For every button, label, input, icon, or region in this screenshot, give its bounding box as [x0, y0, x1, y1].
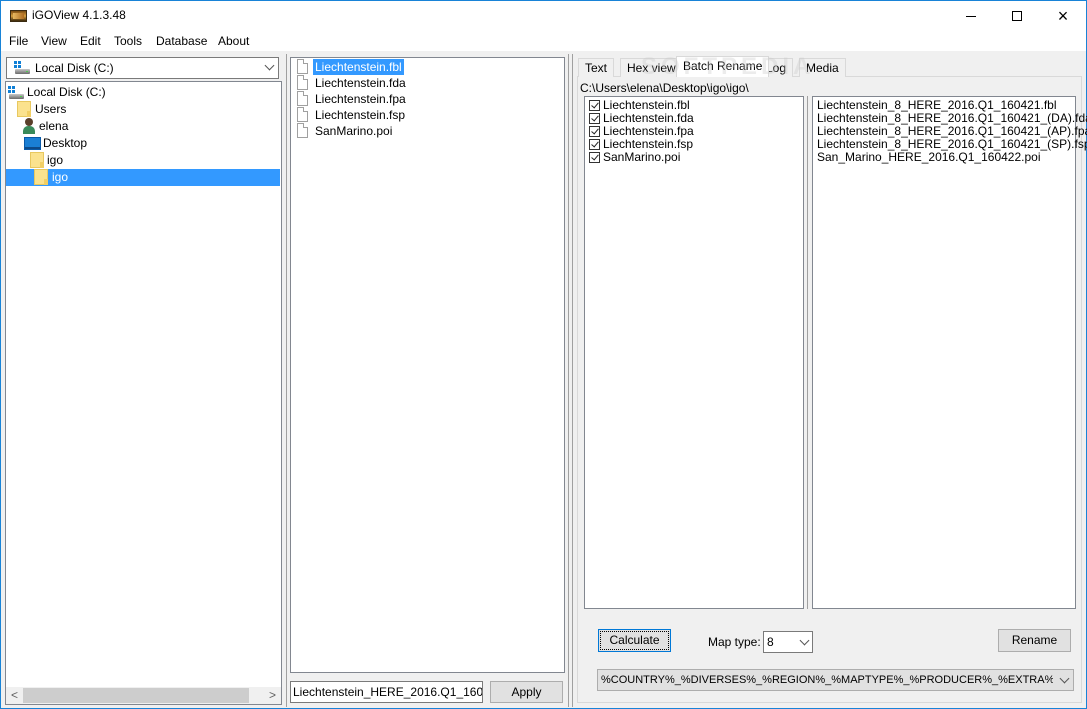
window-title: iGOView 4.1.3.48: [32, 8, 126, 22]
desktop-icon: [24, 137, 41, 150]
map-type-dropdown[interactable]: 8: [763, 631, 813, 653]
renamed-file-list: Liechtenstein_8_HERE_2016.Q1_160421.fbl …: [812, 96, 1087, 609]
menu-edit[interactable]: Edit: [80, 34, 101, 48]
tree-item-elena[interactable]: elena: [6, 118, 280, 135]
drive-dropdown[interactable]: Local Disk (C:): [6, 57, 279, 79]
tree-item-label: elena: [39, 119, 69, 133]
file-icon: [297, 59, 308, 74]
calculate-button-label: Calculate: [609, 633, 660, 647]
file-list: Liechtenstein.fbl Liechtenstein.fda Liec…: [290, 57, 565, 673]
list-splitter[interactable]: [807, 96, 808, 609]
folder-icon: [34, 169, 48, 185]
file-item-label: Liechtenstein.fsp: [315, 108, 406, 122]
tree-item-desktop[interactable]: Desktop: [6, 135, 280, 152]
menu-about[interactable]: About: [218, 34, 249, 48]
minimize-icon: [966, 15, 976, 17]
rename-pattern-dropdown[interactable]: %COUNTRY%_%DIVERSES%_%REGION%_%MAPTYPE%_…: [597, 669, 1074, 691]
drive-icon: [8, 86, 24, 100]
map-type-label: Map type:: [708, 635, 761, 649]
chevron-down-icon: [1059, 673, 1070, 685]
file-item-label: SanMarino.poi: [315, 124, 393, 138]
minimize-button[interactable]: [948, 1, 994, 31]
file-checkbox[interactable]: [589, 152, 600, 163]
tree-item-label: Desktop: [43, 136, 88, 150]
tree-item-label: igo: [47, 153, 64, 167]
title-bar: iGOView 4.1.3.48 ×: [1, 1, 1086, 31]
file-checkbox[interactable]: [589, 126, 600, 137]
tab-text[interactable]: Text: [578, 58, 615, 77]
scroll-left-icon[interactable]: <: [6, 688, 23, 703]
chevron-down-icon: [264, 60, 275, 72]
app-window: iGOView 4.1.3.48 × File View Edit Tools …: [0, 0, 1087, 709]
folder-icon: [17, 101, 31, 117]
tree-item-label: Local Disk (C:): [27, 85, 106, 99]
current-path: C:\Users\elena\Desktop\igo\igo\: [580, 81, 749, 95]
menu-file[interactable]: File: [9, 34, 28, 48]
file-icon: [297, 107, 308, 122]
rename-input[interactable]: Liechtenstein_HERE_2016.Q1_160421: [290, 681, 483, 703]
horizontal-scrollbar[interactable]: < >: [6, 687, 281, 704]
file-icon: [297, 123, 308, 138]
source-file-label: SanMarino.poi: [603, 150, 681, 164]
file-checkbox[interactable]: [589, 139, 600, 150]
folder-icon: [30, 152, 44, 168]
map-type-value: 8: [767, 635, 774, 649]
apply-button[interactable]: Apply: [490, 681, 563, 703]
file-item-label: Liechtenstein.fpa: [315, 92, 406, 106]
scrollbar-thumb[interactable]: [23, 688, 249, 703]
file-checkbox[interactable]: [589, 113, 600, 124]
folder-tree: Local Disk (C:) Users elena Desktop igo …: [5, 81, 282, 705]
source-file-list: Liechtenstein.fbl Liechtenstein.fda Liec…: [584, 96, 804, 609]
file-icon: [297, 75, 308, 90]
maximize-icon: [1012, 11, 1022, 21]
tab-batch-rename[interactable]: Batch Rename: [676, 56, 770, 77]
file-item-label: Liechtenstein.fbl: [313, 59, 404, 75]
app-icon: [10, 10, 27, 22]
scroll-right-icon[interactable]: >: [264, 688, 281, 703]
tree-item-igo[interactable]: igo: [6, 152, 280, 169]
user-icon: [22, 118, 36, 134]
drive-dropdown-value: Local Disk (C:): [35, 61, 114, 75]
menu-view[interactable]: View: [41, 34, 67, 48]
menu-database[interactable]: Database: [156, 34, 207, 48]
chevron-down-icon: [799, 635, 810, 647]
tab-hex-view[interactable]: Hex view: [620, 58, 683, 77]
menu-tools[interactable]: Tools: [114, 34, 142, 48]
calculate-button[interactable]: Calculate: [598, 629, 671, 652]
tree-item-label: igo: [52, 170, 69, 184]
tab-media[interactable]: Media: [799, 58, 846, 77]
menu-bar: File View Edit Tools Database About: [1, 31, 1086, 51]
maximize-button[interactable]: [994, 1, 1040, 31]
file-checkbox[interactable]: [589, 100, 600, 111]
tree-item-igo-selected[interactable]: igo: [6, 169, 280, 186]
close-button[interactable]: ×: [1040, 1, 1086, 31]
close-icon: ×: [1057, 5, 1069, 26]
drive-icon: [14, 61, 30, 75]
rename-button[interactable]: Rename: [998, 629, 1071, 652]
file-item-label: Liechtenstein.fda: [315, 76, 406, 90]
file-icon: [297, 91, 308, 106]
tree-item-users[interactable]: Users: [6, 101, 280, 118]
tree-item-local-disk[interactable]: Local Disk (C:): [6, 84, 280, 101]
rename-pattern-value: %COUNTRY%_%DIVERSES%_%REGION%_%MAPTYPE%_…: [601, 674, 1053, 686]
tree-item-label: Users: [35, 102, 67, 116]
renamed-file-item[interactable]: San_Marino_HERE_2016.Q1_160422.poi: [817, 151, 1041, 164]
